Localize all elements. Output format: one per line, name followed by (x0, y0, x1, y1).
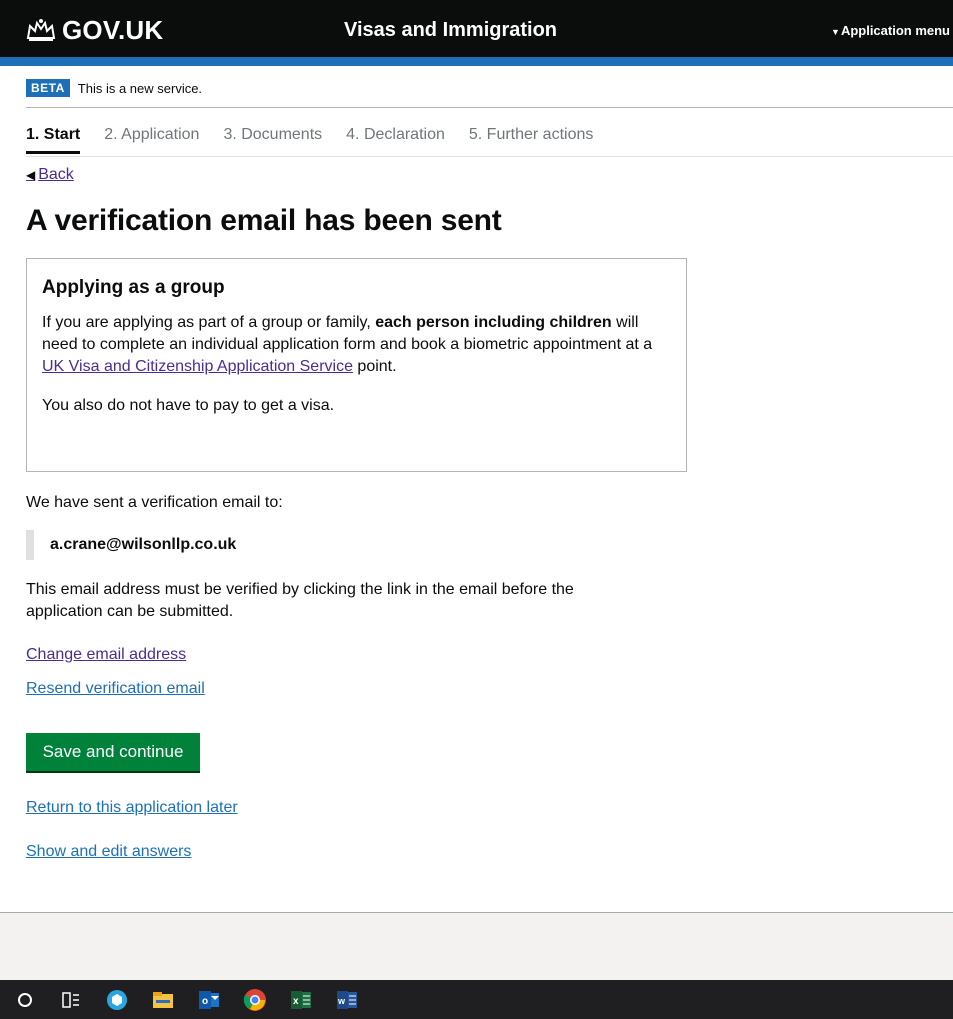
resend-verification-link[interactable]: Resend verification email (26, 680, 205, 698)
chrome-icon[interactable] (242, 987, 268, 1013)
text: If you are applying as part of a group o… (42, 314, 376, 331)
outlook-icon[interactable]: o (196, 987, 222, 1013)
email-address-inset: a.crane@wilsonllp.co.uk (26, 530, 236, 560)
phase-banner: BETA This is a new service. (26, 79, 202, 97)
panel-heading: Applying as a group (42, 277, 225, 298)
govuk-logo[interactable]: GOV.UK (26, 14, 163, 46)
caret-down-icon: ▼ (831, 27, 840, 37)
page-title: A verification email has been sent (26, 204, 502, 237)
verify-instructions: This email address must be verified by c… (26, 581, 574, 620)
file-explorer-icon[interactable] (150, 987, 176, 1013)
text: point. (352, 358, 397, 375)
svg-text:o: o (202, 996, 208, 1007)
return-later-link[interactable]: Return to this application later (26, 799, 238, 817)
panel-paragraph-group: If you are applying as part of a group o… (42, 312, 671, 378)
panel-paragraph-fee: You also do not have to pay to get a vis… (42, 397, 335, 414)
application-menu-toggle[interactable]: ▼Application menu (831, 23, 950, 38)
bold-text: each person including children (375, 314, 612, 331)
site-header: GOV.UK Visas and Immigration ▼Applicatio… (0, 0, 953, 57)
back-link[interactable]: ◀ Back (26, 166, 74, 184)
uk-visa-service-link[interactable]: UK Visa and Citizenship Application Serv… (42, 358, 353, 375)
step-documents: 3. Documents (223, 126, 323, 143)
task-view-icon[interactable] (58, 987, 84, 1013)
divider (26, 107, 953, 108)
beta-text: This is a new service. (77, 80, 203, 96)
divider (26, 156, 953, 157)
word-icon[interactable]: w (334, 987, 360, 1013)
crown-icon (26, 19, 56, 41)
group-info-panel: Applying as a group If you are applying … (26, 258, 687, 472)
svg-text:x: x (293, 996, 299, 1007)
beta-tag: BETA (26, 79, 70, 97)
step-further-actions: 5. Further actions (468, 126, 594, 143)
email-address: a.crane@wilsonllp.co.uk (50, 536, 237, 553)
excel-icon[interactable]: x (288, 987, 314, 1013)
back-label: Back (38, 166, 74, 183)
application-menu-label: Application menu (840, 23, 950, 38)
sent-text: We have sent a verification email to: (26, 494, 283, 511)
service-name[interactable]: Visas and Immigration (344, 19, 557, 42)
cortana-icon[interactable] (12, 987, 38, 1013)
step-application: 2. Application (104, 126, 200, 143)
progress-steps: 1. Start 2. Application 3. Documents 4. … (26, 126, 617, 154)
change-email-link[interactable]: Change email address (26, 646, 186, 664)
site-footer (0, 912, 953, 980)
logo-text: GOV.UK (62, 14, 164, 45)
svg-text:w: w (337, 996, 346, 1006)
show-edit-answers-link[interactable]: Show and edit answers (26, 843, 191, 861)
save-and-continue-button[interactable]: Save and continue (26, 733, 200, 771)
step-start: 1. Start (26, 126, 81, 154)
header-blue-bar (0, 57, 953, 66)
windows-taskbar: o x w (0, 980, 953, 1019)
app-icon[interactable] (104, 987, 130, 1013)
back-arrow-icon: ◀ (26, 168, 36, 182)
step-declaration: 4. Declaration (346, 126, 445, 143)
